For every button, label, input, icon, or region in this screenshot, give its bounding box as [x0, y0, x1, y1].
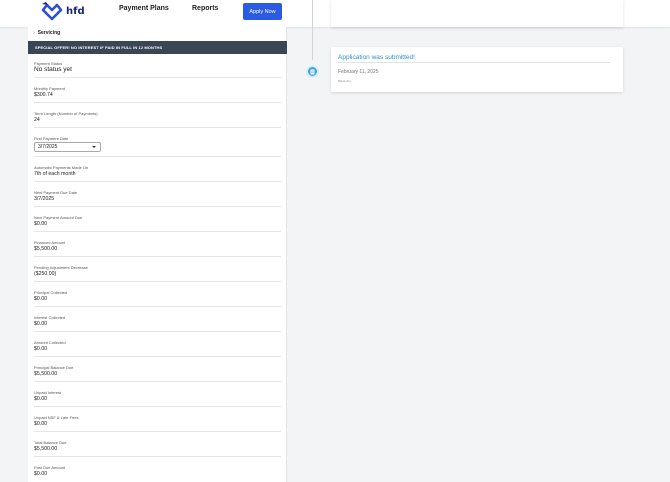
- document-glyph-icon: [310, 69, 315, 74]
- field-value: $0.00: [34, 346, 47, 352]
- field-label: Pending Adjustment Decrease: [34, 265, 88, 270]
- servicing-panel: › Servicing SPECIAL OFFER! NO INTEREST I…: [28, 27, 287, 482]
- interest-collected-field: Interest Collected $0.00: [34, 315, 281, 332]
- timeline-event-title: Application was submitted!: [338, 54, 415, 61]
- timeline-event-date: February 11, 2025: [338, 69, 379, 75]
- field-label: Next Payment Amount Due: [34, 215, 83, 220]
- timeline-card-application-submitted: Application was submitted! February 11, …: [331, 47, 623, 92]
- first-payment-date-field: First Payment Date 3/7/2025: [34, 136, 281, 157]
- financed-amount-field: Financed Amount $5,500.00: [34, 240, 281, 257]
- chevron-down-icon: [92, 146, 96, 148]
- hfd-logo[interactable]: hfd: [40, 1, 88, 21]
- logo-text: hfd: [66, 5, 85, 17]
- first-payment-date-select[interactable]: 3/7/2025: [34, 142, 101, 152]
- field-value: $0.00: [34, 396, 47, 402]
- total-balance-due-field: Total Balance Due $5,500.00: [34, 440, 281, 457]
- next-payment-due-date-field: Next Payment Due Date 3/7/2025: [34, 190, 281, 207]
- field-label: Interest Collected: [34, 315, 66, 320]
- pending-adjustment-field: Pending Adjustment Decrease ($250.00): [34, 265, 281, 282]
- field-value: $0.00: [34, 471, 47, 477]
- field-label: Principal Collected: [34, 290, 68, 295]
- field-value: No status yet: [34, 66, 72, 73]
- field-value: $300.74: [34, 92, 53, 98]
- field-value: $5,500.00: [34, 371, 58, 377]
- field-value: $0.00: [34, 296, 47, 302]
- field-value: $5,500.00: [34, 446, 58, 452]
- field-label: Monthly Payment: [34, 86, 65, 91]
- field-label: Unpaid Interest: [34, 390, 62, 395]
- date-select-value: 3/7/2025: [38, 144, 58, 150]
- unpaid-nsf-late-fees-field: Unpaid NSF & Late Fees $0.00: [34, 415, 281, 432]
- principal-balance-due-field: Principal Balance Due $5,500.00: [34, 365, 281, 382]
- automatic-payments-field: Automatic Payments Made On 7th of each m…: [34, 165, 281, 182]
- field-value: $0.00: [34, 421, 47, 427]
- field-label: Financed Amount: [34, 240, 66, 245]
- timeline-line: [312, 0, 313, 60]
- term-length-field: Term Length (Number of Payments) 24: [34, 111, 281, 128]
- field-label: Amount Collected: [34, 340, 66, 345]
- timeline-event-user: DELLAH: [338, 79, 351, 83]
- field-label: Term Length (Number of Payments): [34, 111, 98, 116]
- field-value: $0.00: [34, 321, 47, 327]
- field-label: Total Balance Due: [34, 440, 67, 445]
- document-icon: [306, 65, 319, 78]
- breadcrumb-label: Servicing: [37, 30, 61, 36]
- timeline-card-divider: [338, 62, 610, 63]
- field-value: 3/7/2025: [34, 196, 55, 202]
- field-value: $5,500.00: [34, 246, 58, 252]
- field-label: Automatic Payments Made On: [34, 165, 89, 170]
- nav-reports[interactable]: Reports: [192, 5, 218, 12]
- amount-collected-field: Amount Collected $0.00: [34, 340, 281, 357]
- next-payment-amount-due-field: Next Payment Amount Due $0.00: [34, 215, 281, 232]
- nav-payment-plans[interactable]: Payment Plans: [119, 5, 169, 12]
- field-value: ($250.00): [34, 271, 57, 277]
- special-offer-banner: SPECIAL OFFER! NO INTEREST IF PAID IN FU…: [28, 41, 287, 54]
- apply-now-button[interactable]: Apply Now: [243, 3, 282, 20]
- past-due-amount-field: Past Due Amount $0.00: [34, 465, 281, 481]
- timeline-card-previous: [331, 0, 623, 27]
- field-value: 24: [34, 117, 40, 123]
- field-label: Unpaid NSF & Late Fees: [34, 415, 79, 420]
- hfd-logo-icon: [41, 2, 63, 21]
- field-label: Principal Balance Due: [34, 365, 74, 370]
- unpaid-interest-field: Unpaid Interest $0.00: [34, 390, 281, 407]
- chevron-right-icon: ›: [33, 30, 35, 36]
- monthly-payment-field: Monthly Payment $300.74: [34, 86, 281, 103]
- field-label: Next Payment Due Date: [34, 190, 78, 195]
- payment-status-field: Payment Status No status yet: [34, 61, 281, 78]
- field-value: 7th of each month: [34, 171, 76, 177]
- principal-collected-field: Principal Collected $0.00: [34, 290, 281, 307]
- field-label: First Payment Date: [34, 136, 69, 141]
- field-label: Past Due Amount: [34, 465, 66, 470]
- field-value: $0.00: [34, 221, 47, 227]
- servicing-breadcrumb[interactable]: › Servicing: [33, 30, 60, 36]
